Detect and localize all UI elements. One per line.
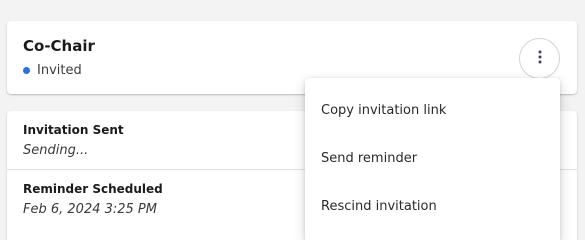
detail-value: Sending... [23,143,89,158]
more-options-button[interactable] [519,38,560,79]
detail-label: Invitation Sent [23,123,124,137]
status-dot [23,67,30,74]
detail-value: Feb 6, 2024 3:25 PM [23,202,157,217]
role-title: Co-Chair [23,37,95,55]
options-menu: Copy invitation link Send reminder Resci… [305,78,560,240]
status-label: Invited [37,63,82,78]
more-vertical-icon [538,49,542,68]
menu-item-send-reminder[interactable]: Send reminder [305,134,560,182]
detail-label: Reminder Scheduled [23,182,163,196]
status-indicator: Invited [23,63,82,78]
app-stage: Co-Chair Invited Invitation Sent Sending… [0,0,585,240]
menu-item-copy-invitation-link[interactable]: Copy invitation link [305,86,560,134]
menu-item-rescind-invitation[interactable]: Rescind invitation [305,182,560,230]
